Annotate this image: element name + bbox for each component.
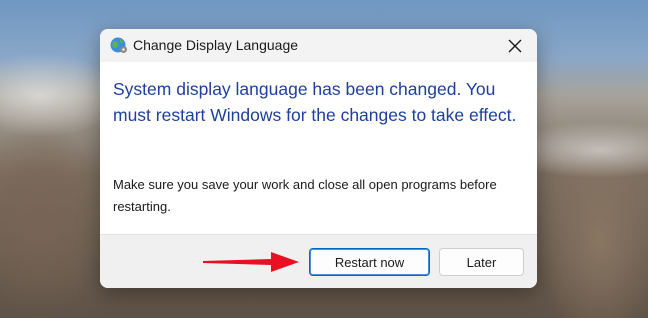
- main-instruction: System display language has been changed…: [113, 79, 517, 125]
- restart-now-button[interactable]: Restart now: [309, 248, 430, 276]
- close-icon[interactable]: [503, 34, 527, 58]
- red-arrow-icon: [203, 252, 299, 272]
- content-text: Make sure you save your work and close a…: [113, 177, 497, 214]
- change-display-language-dialog: Change Display Language System display l…: [100, 29, 537, 288]
- dialog-title: Change Display Language: [133, 37, 299, 53]
- title-bar[interactable]: Change Display Language: [100, 29, 537, 62]
- button-bar: Restart now Later: [100, 234, 537, 288]
- later-button[interactable]: Later: [439, 248, 524, 276]
- globe-settings-icon: [110, 37, 127, 53]
- dialog-content: System display language has been changed…: [100, 62, 537, 234]
